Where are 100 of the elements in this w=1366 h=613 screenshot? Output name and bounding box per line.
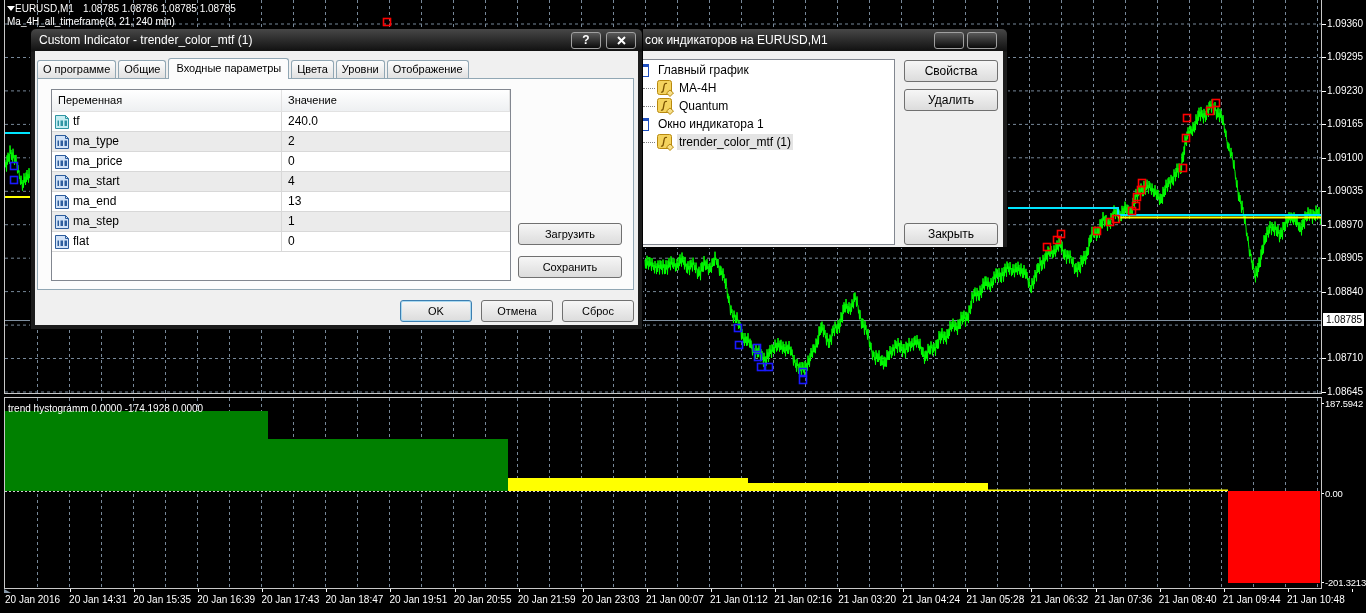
price-quotes: 1.08785 1.08786 1.08785 1.08785 bbox=[82, 2, 236, 15]
price-scale-label: 1.08905 bbox=[1322, 252, 1364, 265]
tree-item[interactable]: Quantum bbox=[677, 98, 731, 114]
price-scale-label: 1.08710 bbox=[1322, 352, 1364, 365]
table-cell-text: ma_start bbox=[73, 173, 120, 190]
table-cell-text: 4 bbox=[287, 173, 296, 190]
variable-type-icon bbox=[54, 213, 70, 230]
square-marker bbox=[1136, 185, 1146, 195]
time-scale-label: 20 Jan 15:35 bbox=[132, 593, 192, 606]
table-cell-text: ma_type bbox=[73, 133, 120, 150]
price-scale-label: 1.09100 bbox=[1322, 151, 1364, 164]
current-price-label: 1.08785 bbox=[1323, 313, 1365, 326]
square-marker bbox=[753, 352, 763, 362]
table-cell-text: ma_price bbox=[73, 153, 123, 170]
tree-item[interactable]: MA-4H bbox=[677, 80, 719, 96]
function-icon bbox=[657, 79, 674, 97]
table-cell-text: flat bbox=[73, 233, 89, 250]
table-cell-text: tf bbox=[73, 113, 80, 130]
tab[interactable]: Отображение bbox=[386, 60, 469, 78]
square-marker bbox=[1137, 178, 1147, 188]
save-button[interactable]: Сохранить bbox=[518, 256, 622, 278]
square-marker bbox=[382, 17, 392, 27]
square-marker bbox=[1105, 217, 1115, 227]
symbol-label: EURUSD,M1 bbox=[15, 2, 74, 15]
delete-button[interactable]: Удалить bbox=[904, 89, 998, 111]
moving-average-line bbox=[5, 196, 31, 198]
column-header[interactable]: Переменная bbox=[52, 90, 282, 111]
reset-button[interactable]: Сброс bbox=[562, 300, 634, 322]
price-scale-label: 1.09230 bbox=[1322, 84, 1364, 97]
tab[interactable]: Входные параметры bbox=[168, 58, 290, 79]
tab[interactable]: Цвета bbox=[291, 60, 334, 78]
time-scale-label: 21 Jan 05:28 bbox=[965, 593, 1026, 606]
caret-icon bbox=[7, 6, 15, 11]
time-scale-label: 21 Jan 04:24 bbox=[901, 593, 962, 606]
title-bar-button[interactable] bbox=[967, 31, 997, 49]
tab[interactable]: Общие bbox=[118, 60, 167, 78]
title-bar-button[interactable] bbox=[934, 31, 964, 49]
square-marker bbox=[1131, 201, 1141, 211]
load-button[interactable]: Загрузить bbox=[518, 223, 622, 245]
table-cell-text: ma_step bbox=[73, 213, 120, 230]
time-scale-label: 20 Jan 21:59 bbox=[516, 593, 577, 606]
time-scale-label: 21 Jan 09:44 bbox=[1221, 593, 1282, 606]
close-button[interactable]: Закрыть bbox=[904, 223, 998, 245]
time-scale-label: 21 Jan 06:32 bbox=[1029, 593, 1090, 606]
close-icon bbox=[616, 35, 626, 45]
tree-item[interactable]: trender_color_mtf (1) bbox=[677, 134, 794, 150]
time-scale-label: 20 Jan 20:55 bbox=[452, 593, 513, 606]
function-icon bbox=[657, 97, 674, 115]
cancel-button[interactable]: Отмена bbox=[481, 300, 553, 322]
square-marker bbox=[1111, 214, 1121, 224]
square-marker bbox=[1092, 226, 1102, 236]
function-icon bbox=[657, 133, 674, 151]
tab[interactable]: О программе bbox=[37, 60, 117, 78]
square-marker bbox=[798, 375, 808, 385]
price-scale-label: 1.09295 bbox=[1322, 51, 1364, 64]
column-header[interactable]: Значение bbox=[282, 90, 510, 111]
time-scale-label: 20 Jan 19:51 bbox=[388, 593, 449, 606]
tree-item[interactable]: Окно индикатора 1 bbox=[656, 116, 766, 132]
table-cell-text: ma_end bbox=[73, 193, 117, 210]
square-marker bbox=[9, 175, 19, 185]
window-title: сок индикаторов на EURUSD,M1 bbox=[644, 32, 829, 48]
tree-item[interactable]: Главный график bbox=[656, 62, 751, 78]
square-marker bbox=[1127, 206, 1137, 216]
time-scale-label: 20 Jan 18:47 bbox=[324, 593, 385, 606]
ok-button[interactable]: OK bbox=[400, 300, 472, 322]
time-scale-label: 21 Jan 01:12 bbox=[709, 593, 769, 606]
price-line bbox=[5, 145, 30, 192]
help-button[interactable]: ? bbox=[571, 31, 601, 49]
close-button[interactable] bbox=[606, 31, 636, 49]
square-marker bbox=[756, 362, 766, 372]
square-marker bbox=[1181, 133, 1191, 143]
square-marker bbox=[1205, 106, 1215, 116]
indicator-scale-label: 0.00 bbox=[1322, 486, 1343, 500]
tab[interactable]: Уровни bbox=[335, 60, 385, 78]
time-scale-label: 21 Jan 10:48 bbox=[1285, 593, 1346, 606]
table-cell-text: 0 bbox=[287, 153, 296, 170]
time-scale-label: 21 Jan 03:20 bbox=[837, 593, 898, 606]
variable-type-icon bbox=[54, 233, 70, 250]
square-marker bbox=[764, 362, 774, 372]
variable-type-icon bbox=[54, 113, 70, 130]
square-marker bbox=[1178, 163, 1188, 173]
square-marker bbox=[733, 323, 743, 333]
window-title: Custom Indicator - trender_color_mtf (1) bbox=[38, 32, 254, 48]
square-marker bbox=[1182, 113, 1192, 123]
properties-button[interactable]: Свойства bbox=[904, 60, 998, 82]
square-marker bbox=[798, 367, 808, 377]
variable-type-icon bbox=[54, 193, 70, 210]
square-marker bbox=[1211, 98, 1221, 108]
variable-type-icon bbox=[54, 153, 70, 170]
time-scale-label: 21 Jan 07:36 bbox=[1093, 593, 1154, 606]
time-scale-label: 20 Jan 14:31 bbox=[68, 593, 128, 606]
table-cell-text: 0 bbox=[287, 233, 296, 250]
moving-average-line bbox=[5, 132, 31, 134]
time-scale-label: 21 Jan 00:07 bbox=[644, 593, 705, 606]
square-marker bbox=[734, 340, 744, 350]
time-scale-label: 20 Jan 2016 bbox=[4, 593, 62, 606]
square-marker bbox=[1056, 229, 1066, 239]
table-cell-text: 1 bbox=[287, 213, 296, 230]
time-scale-label: 20 Jan 16:39 bbox=[196, 593, 257, 606]
indicator-scale-label: 187.5942 bbox=[1322, 397, 1364, 410]
